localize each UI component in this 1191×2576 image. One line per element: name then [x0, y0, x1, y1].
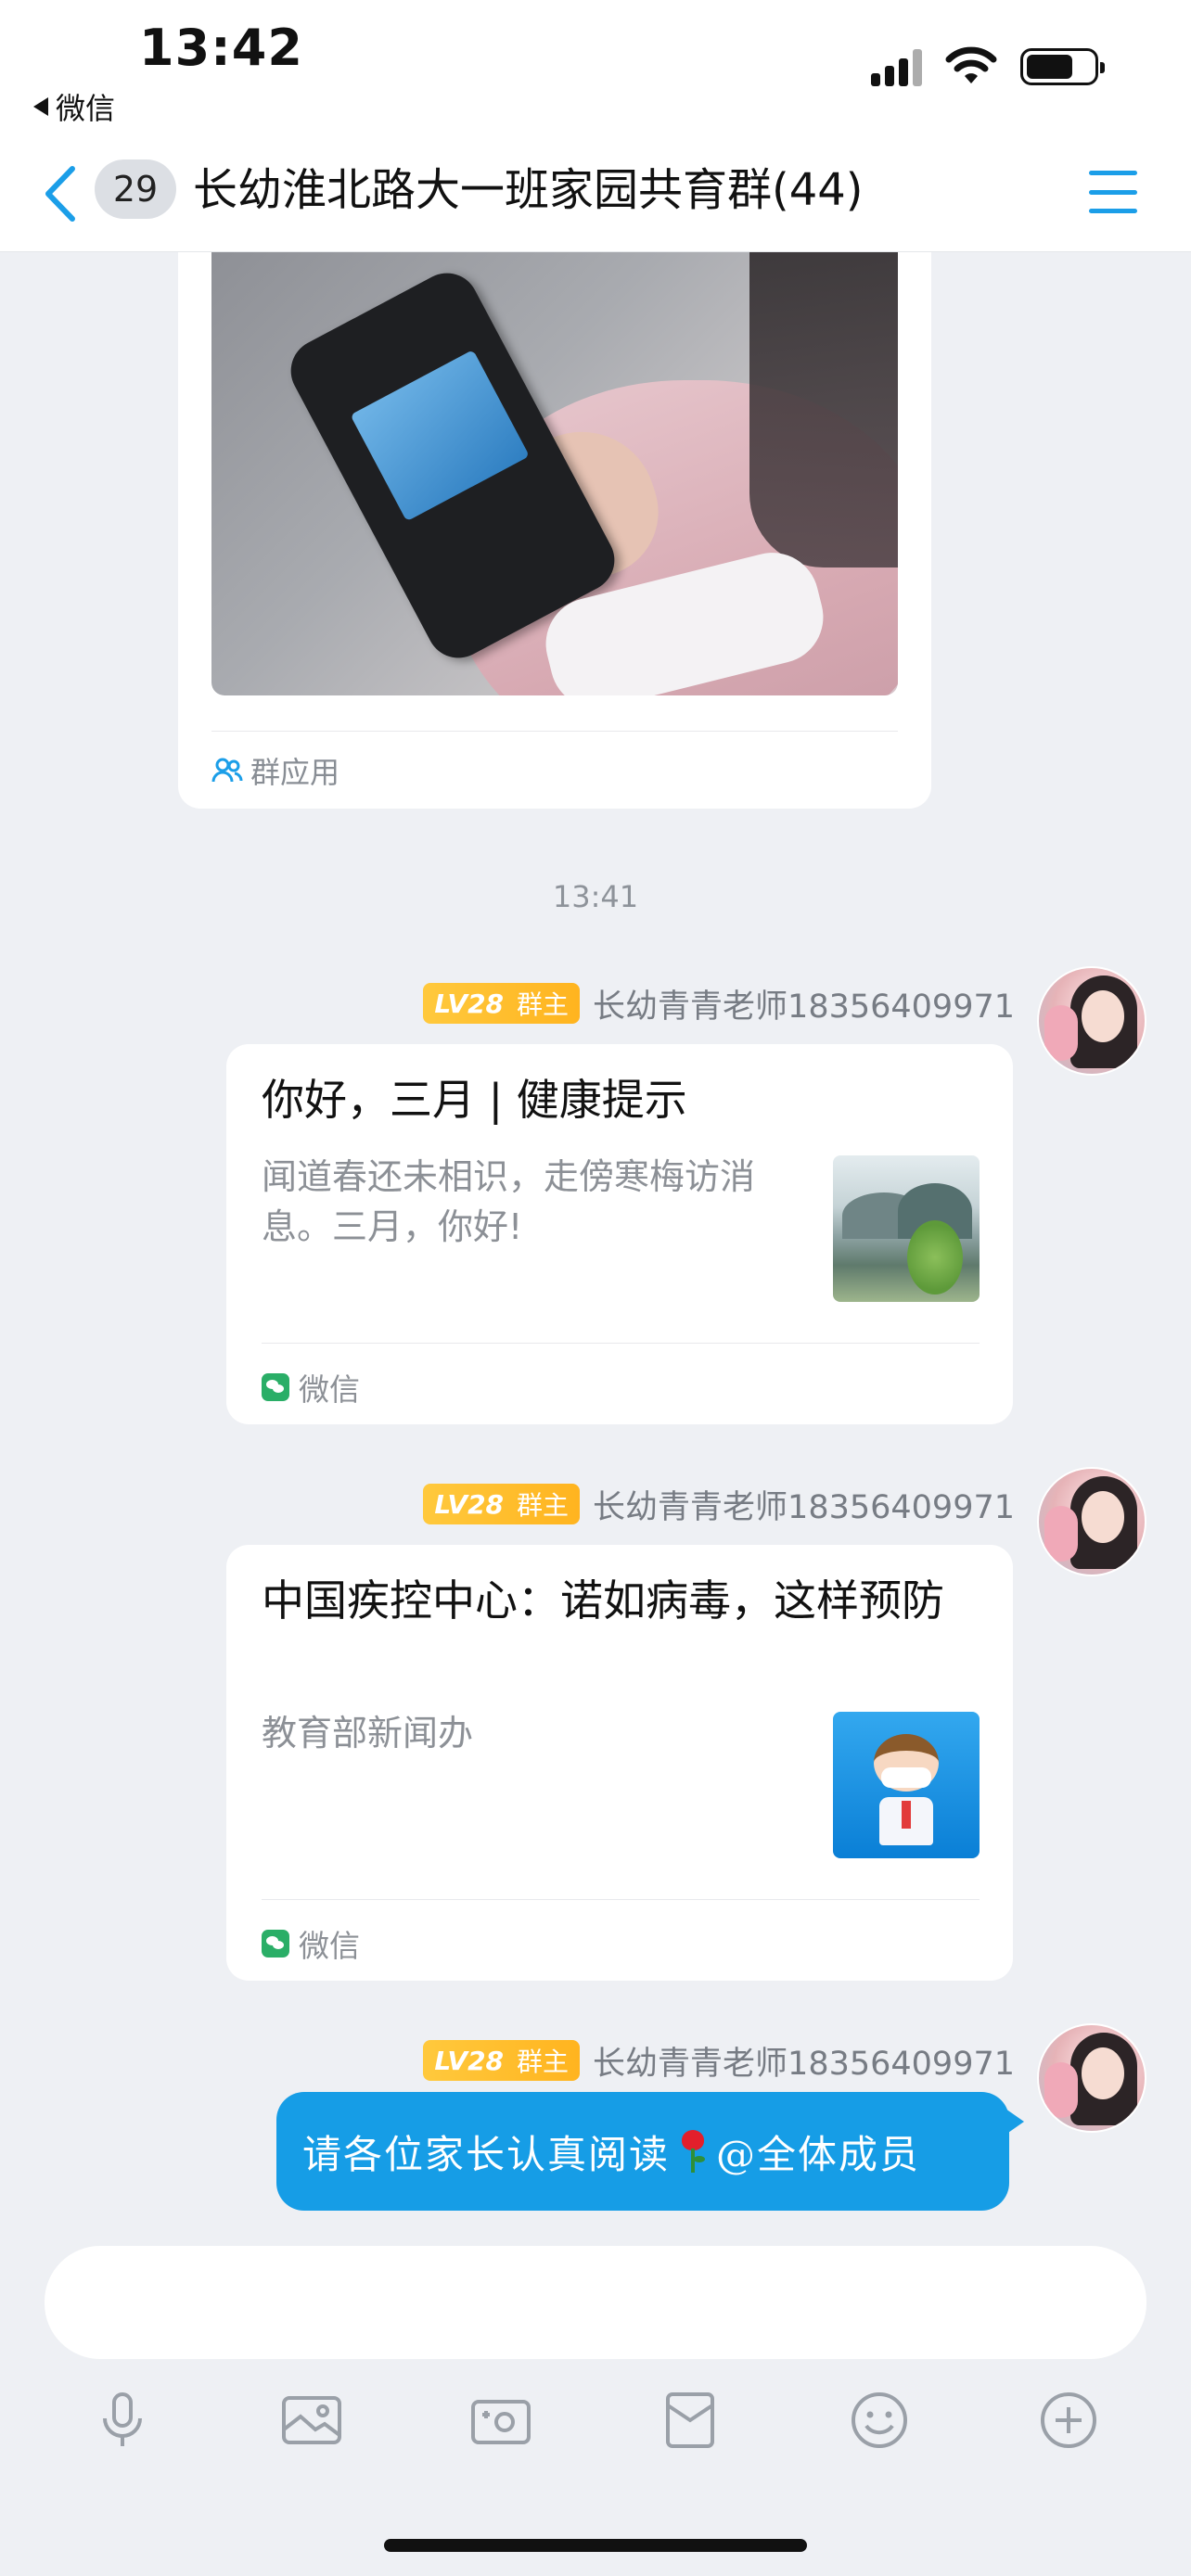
wechat-icon — [262, 1373, 289, 1401]
sender-meta: LV28 群主 长幼青青老师18356409971 — [423, 981, 1015, 1026]
composer — [0, 2242, 1191, 2576]
sender-name[interactable]: 长幼青青老师18356409971 — [593, 980, 1015, 1027]
level-badge: LV28 群主 — [423, 2040, 581, 2081]
back-triangle-icon — [33, 97, 48, 116]
wechat-icon — [262, 1930, 289, 1958]
divider — [262, 1343, 980, 1344]
system-icons — [871, 46, 1105, 87]
back-app-label: 微信 — [56, 91, 116, 126]
sender-meta: LV28 群主 长幼青青老师18356409971 — [423, 1482, 1015, 1526]
message-item: LV28 群主 长幼青青老师18356409971 你好，三月 | 健康提示 闻道… — [0, 966, 1191, 1424]
sender-avatar[interactable] — [1037, 2023, 1146, 2133]
chat-header: 29 长幼淮北路大一班家园共育群(44) — [0, 139, 1191, 252]
image-icon[interactable] — [275, 2383, 349, 2457]
group-app-label: 群应用 — [250, 755, 340, 790]
cellular-signal-icon — [871, 47, 922, 86]
microphone-icon[interactable] — [85, 2383, 160, 2457]
group-app-footer[interactable]: 群应用 — [211, 749, 339, 792]
image-message-card[interactable]: 群应用 — [178, 252, 931, 809]
message-item: LV28 群主 长幼青青老师18356409971 中国疾控中心：诺如病毒，这样预… — [0, 1467, 1191, 1981]
camera-icon[interactable] — [464, 2383, 538, 2457]
message-timestamp: 13:41 — [552, 879, 639, 914]
plus-icon[interactable] — [1031, 2383, 1106, 2457]
article-description: 闻道春还未相识，走傍寒梅访消息。三月，你好! — [262, 1156, 756, 1247]
article-thumbnail — [833, 1155, 980, 1302]
wifi-icon — [945, 46, 997, 83]
status-bar: 13:42 微信 — [0, 0, 1191, 139]
article-description: 教育部新闻办 — [262, 1713, 474, 1753]
shared-article-card[interactable]: 中国疾控中心：诺如病毒，这样预防 教育部新闻办 微信 — [226, 1545, 1013, 1981]
rose-emoji-icon — [679, 2128, 707, 2174]
status-time: 13:42 — [139, 19, 303, 77]
home-indicator[interactable] — [384, 2539, 807, 2552]
message-input[interactable] — [45, 2246, 1146, 2359]
mention-all[interactable]: @全体成员 — [716, 2123, 920, 2180]
back-arrow-icon[interactable] — [37, 163, 83, 224]
sender-avatar[interactable] — [1037, 966, 1146, 1076]
sender-name[interactable]: 长幼青青老师18356409971 — [593, 1481, 1015, 1528]
text-message-bubble[interactable]: 请各位家长认真阅读 @全体成员 — [276, 2092, 1024, 2211]
menu-icon[interactable] — [1089, 171, 1137, 213]
sender-name[interactable]: 长幼青青老师18356409971 — [593, 2037, 1015, 2085]
group-title: 长幼淮北路大一班家园共育群(44) — [193, 164, 864, 216]
message-text: 请各位家长认真阅读 — [302, 2131, 671, 2177]
group-members-icon — [211, 758, 243, 783]
shared-article-card[interactable]: 你好，三月 | 健康提示 闻道春还未相识，走傍寒梅访消息。三月，你好! 微信 — [226, 1044, 1013, 1424]
article-source: 微信 — [262, 1365, 360, 1409]
sender-avatar[interactable] — [1037, 1467, 1146, 1576]
sender-meta: LV28 群主 长幼青青老师18356409971 — [423, 2038, 1015, 2083]
unread-count-badge[interactable]: 29 — [95, 159, 176, 219]
red-packet-icon[interactable] — [653, 2383, 727, 2457]
message-item: LV28 群主 长幼青青老师18356409971 请各位家长认真阅读 @全体成员 — [0, 2023, 1191, 2237]
article-title: 中国疾控中心：诺如病毒，这样预防 — [262, 1575, 944, 1626]
back-to-app-link[interactable]: 微信 — [33, 85, 115, 128]
article-thumbnail — [833, 1712, 980, 1858]
level-badge: LV28 群主 — [423, 983, 581, 1024]
divider — [211, 731, 898, 732]
composer-toolbar — [0, 2383, 1191, 2485]
battery-icon — [1020, 48, 1105, 85]
message-photo[interactable] — [211, 252, 898, 695]
level-badge: LV28 群主 — [423, 1484, 581, 1524]
article-source: 微信 — [262, 1921, 360, 1966]
article-title: 你好，三月 | 健康提示 — [262, 1075, 687, 1125]
chat-messages[interactable]: 群应用 13:41 LV28 群主 长幼青青老师18356409971 你好，三月… — [0, 252, 1191, 2242]
emoji-icon[interactable] — [842, 2383, 916, 2457]
divider — [262, 1899, 980, 1900]
